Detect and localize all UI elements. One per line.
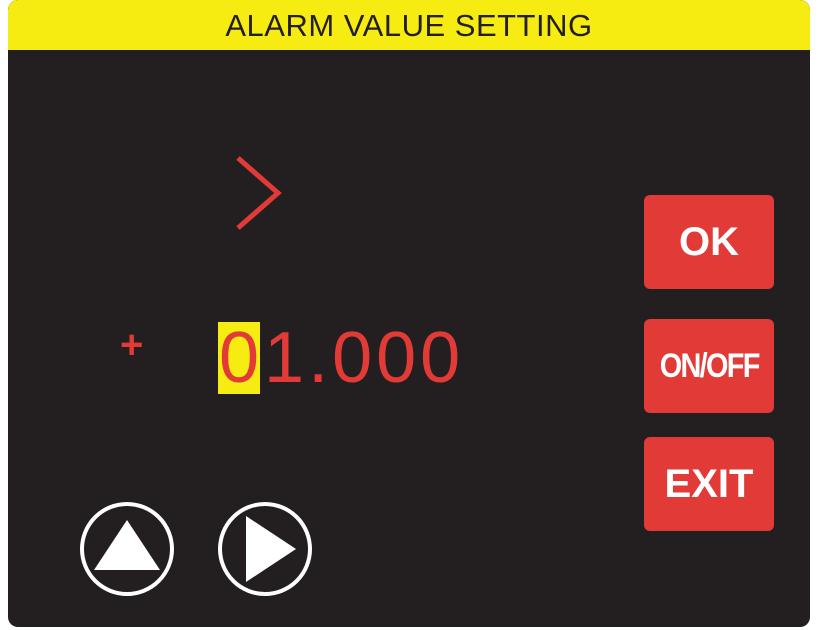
alarm-setting-screen: ALARM VALUE SETTING + 0 1.000 OK ON/OFF E… bbox=[8, 0, 810, 627]
next-digit-button[interactable] bbox=[216, 500, 314, 598]
alarm-value-display: 0 1.000 bbox=[218, 320, 464, 396]
greater-than-comparator-icon bbox=[236, 156, 282, 230]
ok-button[interactable]: OK bbox=[644, 195, 774, 289]
value-sign: + bbox=[120, 323, 144, 367]
title-bar: ALARM VALUE SETTING bbox=[8, 0, 810, 50]
on-off-button[interactable]: ON/OFF bbox=[644, 319, 774, 413]
ok-button-label: OK bbox=[679, 219, 739, 264]
value-remaining-digits: 1.000 bbox=[264, 318, 465, 398]
triangle-right-icon bbox=[246, 516, 296, 582]
on-off-button-label: ON/OFF bbox=[659, 346, 761, 385]
exit-button[interactable]: EXIT bbox=[644, 437, 774, 531]
selected-digit: 0 bbox=[218, 318, 261, 398]
page-title: ALARM VALUE SETTING bbox=[225, 7, 593, 43]
increment-button[interactable] bbox=[78, 500, 176, 598]
triangle-up-icon bbox=[94, 520, 160, 570]
exit-button-label: EXIT bbox=[664, 461, 754, 506]
